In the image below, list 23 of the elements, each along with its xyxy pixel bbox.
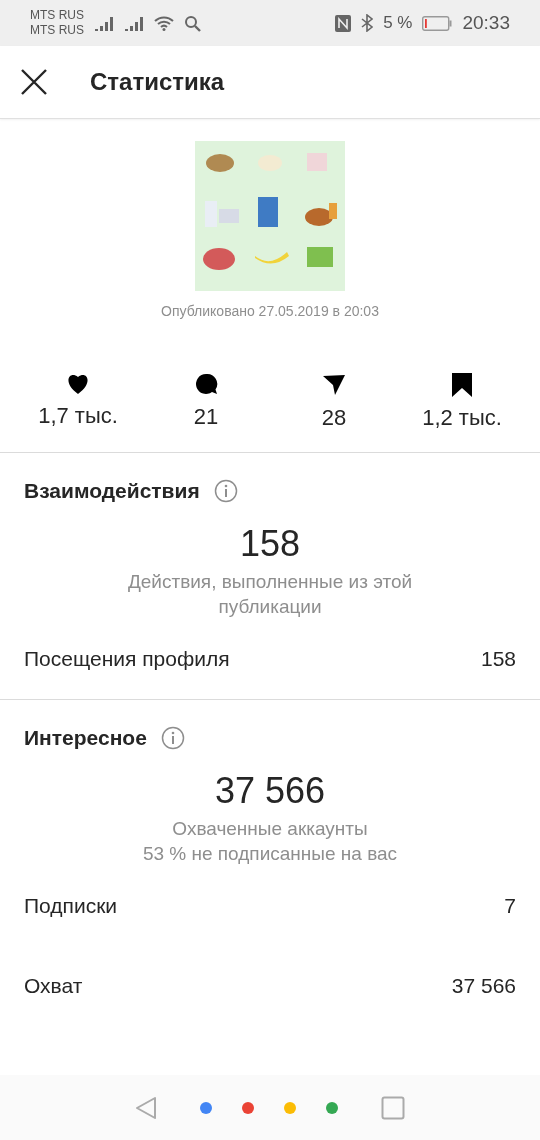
stat-count: 1,7 тыс. [38, 403, 118, 429]
stat-count: 21 [193, 404, 219, 430]
total-description: Охваченные аккаунты [171, 817, 369, 841]
section-title: Интересное [24, 726, 147, 750]
total-description: Действия, выполненные из этой публикации [126, 570, 414, 619]
screen-title: Статистика [90, 68, 225, 96]
publish-date: Опубликовано 27.05.2019 в 20:03 [161, 303, 379, 319]
carrier-name: MTS RUS [30, 23, 84, 38]
total-description: 53 % не подписанные на вас [141, 842, 399, 866]
total-value: 158 [239, 523, 301, 565]
total-value: 37 566 [214, 770, 326, 812]
stat-count: 1,2 тыс. [422, 405, 502, 431]
metric-value: 158 [480, 647, 516, 671]
metric-label: Охват [24, 974, 83, 998]
battery-percent: 5 % [383, 13, 413, 33]
carrier-name: MTS RUS [30, 8, 84, 23]
clock-time: 20:33 [462, 12, 510, 34]
metric-value: 37 566 [451, 974, 516, 998]
stat-count: 28 [321, 405, 347, 431]
metric-label: Посещения профиля [24, 647, 230, 671]
section-title: Взаимодействия [24, 479, 200, 503]
metric-label: Подписки [24, 894, 118, 918]
metric-value: 7 [504, 894, 516, 918]
